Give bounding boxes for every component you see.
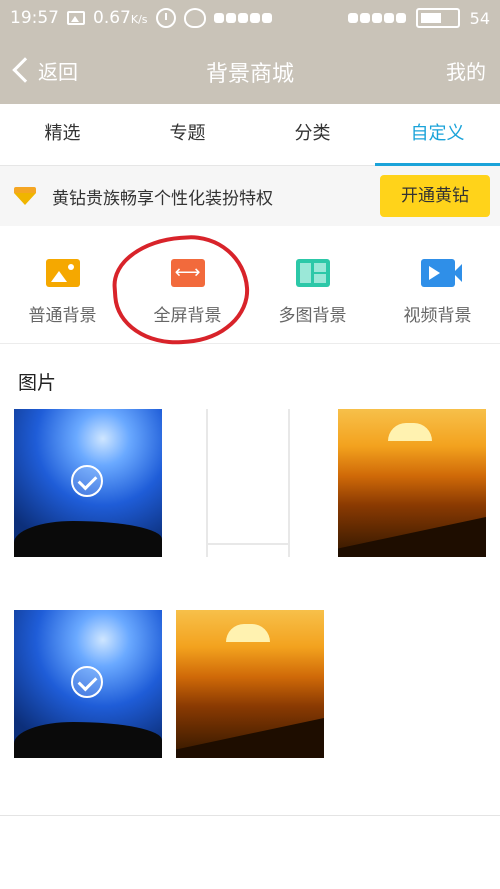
sun-shape	[226, 624, 270, 642]
section-title: 图片	[18, 372, 57, 394]
tab-bar: 精选 专题 分类 自定义	[0, 104, 500, 166]
nav-bar: 返回 背景商城 我的	[0, 36, 500, 104]
image-notification-icon	[67, 11, 85, 25]
tab-categories[interactable]: 分类	[250, 104, 375, 165]
image-thumbnail-night-sky[interactable]	[14, 409, 162, 557]
sun-shape	[388, 423, 432, 441]
category-label: 视频背景	[403, 306, 472, 326]
activate-yellow-diamond-button[interactable]: 开通黄钻	[380, 175, 490, 217]
image-thumbnail-sunset[interactable]	[338, 409, 486, 557]
category-video-background[interactable]: 视频背景	[375, 226, 500, 343]
alarm-icon	[155, 8, 176, 28]
status-bar: 19:57 0.67K/s 54	[0, 0, 500, 36]
cat-app-icon	[183, 8, 206, 28]
tab-featured[interactable]: 精选	[0, 104, 125, 165]
mine-button[interactable]: 我的	[446, 56, 486, 85]
shore-silhouette	[176, 718, 324, 758]
image-icon	[45, 259, 80, 287]
image-thumbnail-night-sky[interactable]	[14, 610, 162, 758]
signal-icon	[347, 13, 406, 23]
vip-promo-banner: 黄钻贵族畅享个性化装扮特权 开通黄钻	[0, 166, 500, 226]
promo-text: 黄钻贵族畅享个性化装扮特权	[52, 188, 273, 209]
tab-topics[interactable]: 专题	[125, 104, 250, 165]
check-circle-icon	[71, 666, 103, 698]
check-circle-icon	[71, 465, 103, 497]
silhouette-hills	[14, 521, 162, 557]
category-multi-image-background[interactable]: 多图背景	[250, 226, 375, 343]
category-normal-background[interactable]: 普通背景	[0, 226, 125, 343]
shore-silhouette	[338, 517, 486, 557]
status-time: 19:57	[10, 8, 59, 28]
tab-custom[interactable]: 自定义	[375, 104, 500, 166]
video-camera-icon	[420, 259, 462, 287]
diamond-icon	[14, 187, 36, 205]
category-label: 普通背景	[28, 306, 97, 326]
page-title: 背景商城	[205, 62, 294, 87]
notification-dots-icon	[213, 13, 272, 23]
silhouette-hills	[14, 722, 162, 758]
image-thumbnail-sunset[interactable]	[176, 610, 324, 758]
divider	[0, 815, 500, 816]
background-type-row: 普通背景 全屏背景 多图背景 视频背景	[0, 226, 500, 344]
category-label: 多图背景	[278, 306, 347, 326]
grid-icon	[295, 259, 330, 287]
battery-icon	[415, 8, 460, 28]
network-speed: 0.67K/s	[93, 8, 148, 28]
battery-level: 54	[469, 8, 490, 28]
image-thumbnail-blank[interactable]	[176, 409, 324, 557]
